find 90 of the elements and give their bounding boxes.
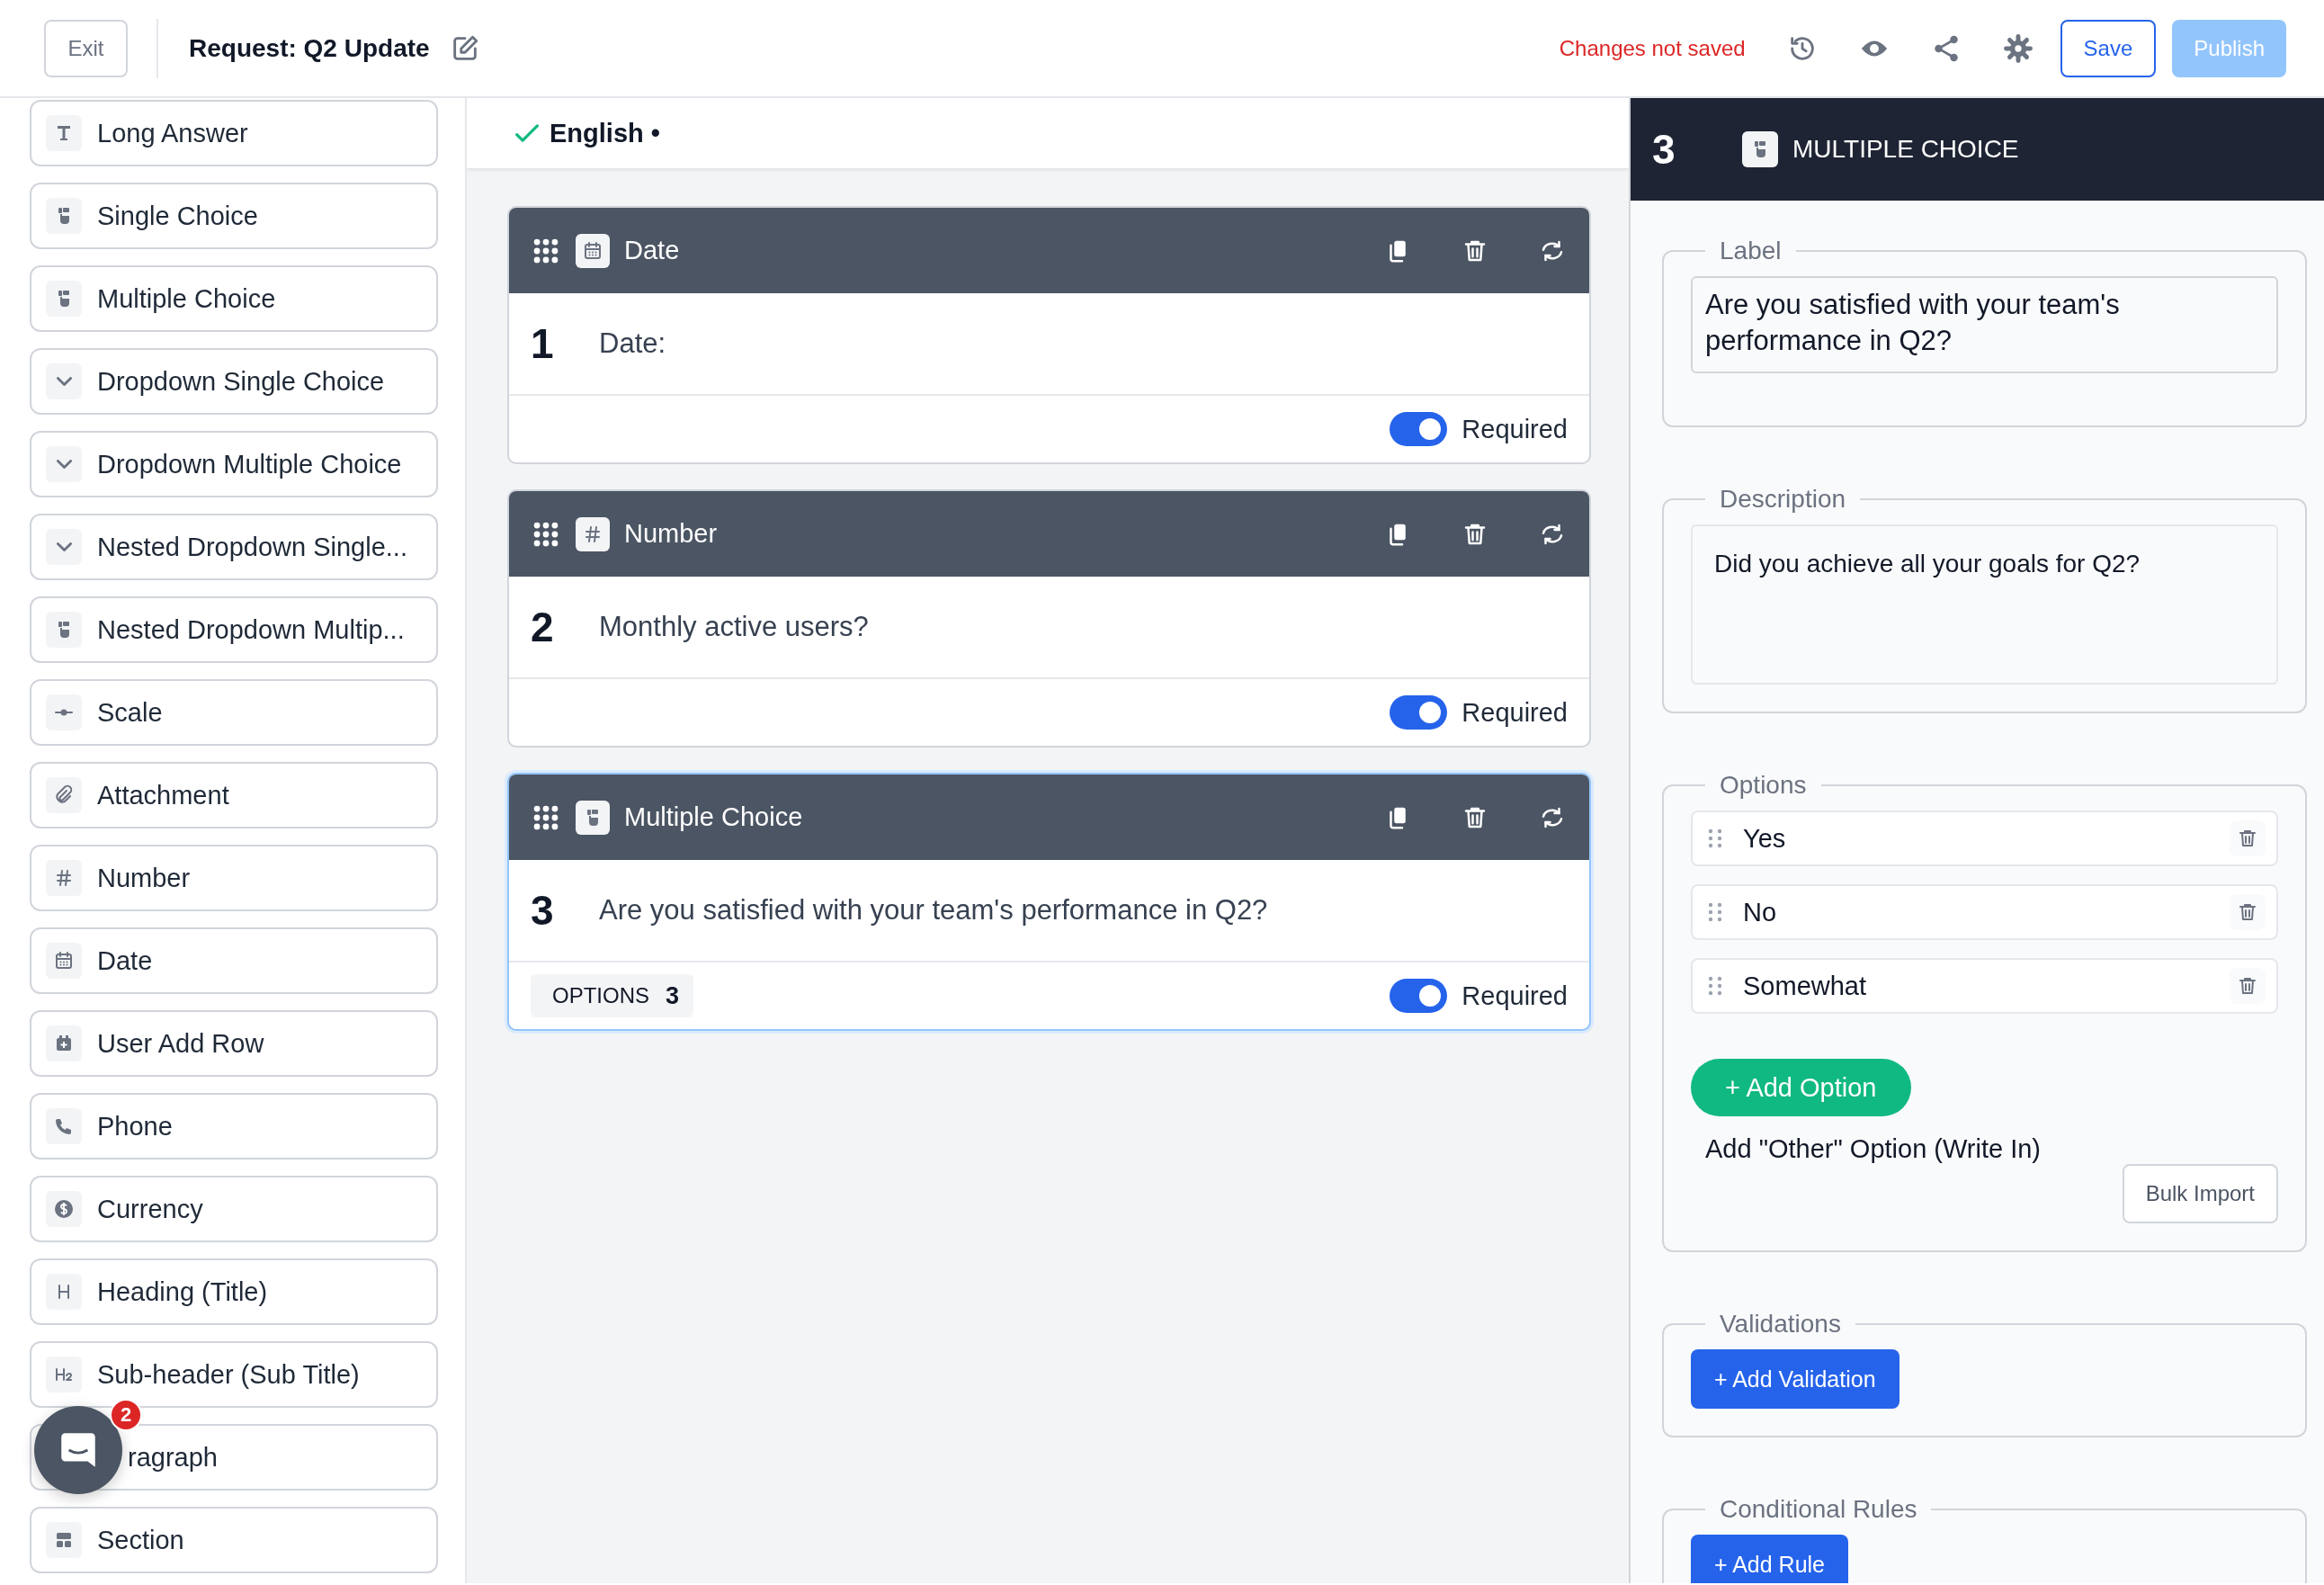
required-label: Required	[1461, 414, 1568, 444]
chevron-down-icon	[56, 542, 72, 551]
section-legend: Label	[1705, 237, 1796, 265]
label-field[interactable]: Are you satisfied with your team's performance in Q2?	[1691, 276, 2278, 373]
field-type-label: Phone	[97, 1111, 173, 1142]
chevron-down-icon	[56, 377, 72, 386]
add-other-option-link[interactable]: Add "Other" Option (Write In)	[1705, 1134, 2278, 1164]
field-type-item[interactable]: Date	[30, 927, 438, 994]
section-legend: Conditional Rules	[1705, 1495, 1932, 1524]
question-number: 1	[531, 319, 555, 368]
paperclip-icon	[53, 784, 75, 806]
required-toggle[interactable]	[1390, 412, 1448, 446]
field-type-label: Currency	[97, 1194, 203, 1224]
field-type-item[interactable]: Heading (Title)	[30, 1258, 438, 1325]
settings-icon	[2002, 32, 2033, 64]
question-text: Monthly active users?	[599, 611, 869, 643]
question-card[interactable]: Date 1 Date: Required	[507, 206, 1591, 464]
required-label: Required	[1461, 697, 1568, 728]
field-type-label: ragraph	[128, 1442, 218, 1473]
calendar-icon	[582, 239, 603, 262]
field-type-item[interactable]: Sub-header (Sub Title)	[30, 1341, 438, 1408]
options-count: 3	[666, 981, 680, 1010]
field-type-item[interactable]: Long Answer	[30, 100, 438, 166]
field-type-label: Attachment	[97, 780, 229, 810]
exit-button[interactable]: Exit	[44, 19, 128, 77]
field-type-item[interactable]: Number	[30, 845, 438, 911]
section-legend: Options	[1705, 771, 1821, 800]
field-type-item[interactable]: Currency	[30, 1176, 438, 1242]
field-type-label: Date	[97, 945, 153, 976]
form-title: Request: Q2 Update	[189, 33, 430, 63]
field-type-item[interactable]: Nested Dropdown Single...	[30, 514, 438, 580]
question-text: Are you satisfied with your team's performance in Q2?	[599, 894, 1268, 927]
option-label: No	[1743, 897, 1778, 927]
question-type: Multiple Choice	[624, 802, 804, 832]
question-type: Date	[624, 236, 681, 265]
add-rule-button[interactable]: + Add Rule	[1691, 1535, 1848, 1583]
field-type-label: User Add Row	[97, 1028, 264, 1059]
field-type-item[interactable]: Dropdown Multiple Choice	[30, 431, 438, 497]
trash-icon	[2230, 820, 2266, 856]
section-legend: Validations	[1705, 1310, 1855, 1339]
field-type-label: Heading (Title)	[97, 1276, 268, 1307]
option-field[interactable]: No	[1691, 884, 2278, 940]
field-type-item[interactable]: Attachment	[30, 762, 438, 828]
question-number: 3	[531, 886, 555, 935]
question-number: 3	[1652, 125, 1676, 174]
chevron-down-icon	[56, 460, 72, 469]
bulk-import-button[interactable]: Bulk Import	[2122, 1164, 2278, 1223]
calendar-icon	[53, 950, 75, 972]
trash-icon	[2230, 968, 2266, 1004]
trash-icon	[2230, 894, 2266, 930]
required-toggle[interactable]	[1390, 979, 1448, 1013]
question-type: Number	[624, 519, 719, 549]
options-label: OPTIONS	[552, 983, 649, 1008]
field-type-label: Section	[97, 1525, 184, 1555]
field-type-label: Dropdown Multiple Choice	[97, 449, 402, 479]
option-field[interactable]: Yes	[1691, 810, 2278, 866]
field-type-label: Sub-header (Sub Title)	[97, 1359, 360, 1390]
add-validation-button[interactable]: + Add Validation	[1691, 1349, 1899, 1409]
section-legend: Description	[1705, 485, 1861, 514]
question-card[interactable]: Number 2 Monthly active users? Required	[507, 489, 1591, 748]
description-field[interactable]: Did you achieve all your goals for Q2?	[1691, 524, 2278, 685]
field-type-item[interactable]: Single Choice	[30, 183, 438, 249]
field-type-label: Single Choice	[97, 201, 258, 231]
question-number: 2	[531, 603, 555, 651]
field-type-item[interactable]: User Add Row	[30, 1010, 438, 1077]
question-card[interactable]: Multiple Choice 3 Are you satisfied with your team's performance in Q2? OPTIONS 3 Required	[507, 773, 1591, 1031]
field-type-item[interactable]: Multiple Choice	[30, 265, 438, 332]
field-type-item[interactable]: Section	[30, 1507, 438, 1573]
language-tab[interactable]: English •	[550, 118, 660, 148]
option-label: Yes	[1743, 823, 1787, 854]
option-field[interactable]: Somewhat	[1691, 958, 2278, 1014]
question-type: MULTIPLE CHOICE	[1792, 135, 2019, 164]
save-status: Changes not saved	[1559, 35, 1746, 61]
required-label: Required	[1461, 981, 1568, 1011]
field-type-label: Multiple Choice	[97, 283, 276, 314]
option-label: Somewhat	[1743, 971, 1867, 1001]
field-type-label: Nested Dropdown Single...	[97, 532, 407, 562]
question-text: Date:	[599, 327, 666, 360]
field-type-label: Scale	[97, 697, 163, 728]
field-type-label: Number	[97, 863, 191, 893]
field-type-item[interactable]: Nested Dropdown Multip...	[30, 596, 438, 663]
field-type-item[interactable]: Scale	[30, 679, 438, 746]
field-type-item[interactable]: Dropdown Single Choice	[30, 348, 438, 415]
dollar-icon	[53, 1198, 75, 1220]
field-type-label: Long Answer	[97, 118, 248, 148]
field-type-item[interactable]: Phone	[30, 1093, 438, 1160]
field-type-label: Nested Dropdown Multip...	[97, 614, 405, 645]
save-button[interactable]: Save	[2060, 19, 2157, 77]
required-toggle[interactable]	[1390, 695, 1448, 730]
field-type-label: Dropdown Single Choice	[97, 366, 385, 397]
